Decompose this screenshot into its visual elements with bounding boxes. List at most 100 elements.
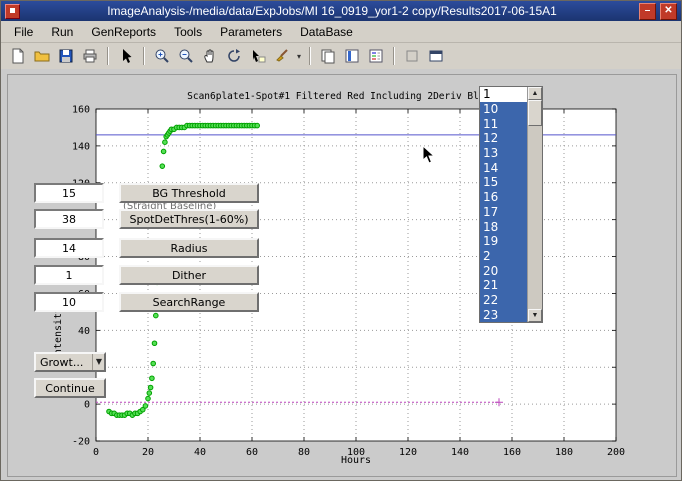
dither-button[interactable]: Dither <box>119 265 259 285</box>
growth-popup[interactable]: Growt... ▼ <box>34 352 106 372</box>
toolbar-separator <box>143 47 145 65</box>
close-button[interactable]: ✕ <box>660 3 677 20</box>
zoom-out-button[interactable] <box>175 45 197 67</box>
rotate-3d-button[interactable] <box>223 45 245 67</box>
menu-tools[interactable]: Tools <box>165 22 211 42</box>
y-tick-label: 140 <box>72 141 90 152</box>
scroll-up-icon[interactable]: ▲ <box>528 87 542 100</box>
menu-file[interactable]: File <box>5 22 42 42</box>
menu-database[interactable]: DataBase <box>291 22 362 42</box>
new-document-icon <box>10 48 26 64</box>
dropdown-item-19[interactable]: 19 <box>480 234 527 249</box>
dropdown-item-17[interactable]: 17 <box>480 205 527 220</box>
dropdown-item-11[interactable]: 11 <box>480 116 527 131</box>
rotate-3d-icon <box>226 48 242 64</box>
radius-button[interactable]: Radius <box>119 238 259 258</box>
dock-figure-button[interactable] <box>425 45 447 67</box>
dropdown-item-13[interactable]: 13 <box>480 146 527 161</box>
growth-curve-point <box>147 391 152 396</box>
window-menu-icon[interactable] <box>5 4 20 19</box>
x-axis-label: Hours <box>341 455 371 466</box>
printer-icon <box>82 48 98 64</box>
window-title: ImageAnalysis-/media/data/ExpJobs/MI 16_… <box>25 4 639 18</box>
dock-window-icon <box>428 48 444 64</box>
colorbar-button[interactable] <box>341 45 363 67</box>
x-tick-label: 160 <box>503 447 521 458</box>
colorbar-icon <box>344 48 360 64</box>
growth-curve-point <box>163 140 168 145</box>
listbox-scrollbar[interactable]: ▲ ▼ <box>527 87 542 322</box>
dropdown-item-16[interactable]: 16 <box>480 190 527 205</box>
x-tick-label: 0 <box>93 447 99 458</box>
print-figure-button[interactable] <box>79 45 101 67</box>
dropdown-item-21[interactable]: 21 <box>480 278 527 293</box>
dropdown-item-15[interactable]: 15 <box>480 175 527 190</box>
growth-curve-point <box>152 341 157 346</box>
pan-tool-button[interactable] <box>199 45 221 67</box>
x-tick-label: 80 <box>298 447 310 458</box>
scrollbar-thumb[interactable] <box>528 100 542 126</box>
dropdown-item-18[interactable]: 18 <box>480 219 527 234</box>
growth-curve-point <box>160 164 165 169</box>
copy-figure-button[interactable] <box>317 45 339 67</box>
searchrange-input[interactable] <box>34 292 104 312</box>
dropdown-item-10[interactable]: 10 <box>480 102 527 117</box>
pointer-tool-button[interactable] <box>115 45 137 67</box>
legend-button[interactable] <box>365 45 387 67</box>
brush-icon <box>274 48 290 64</box>
x-tick-label: 60 <box>246 447 258 458</box>
continue-button[interactable]: Continue <box>34 378 106 398</box>
radius-input[interactable] <box>34 238 104 258</box>
dropdown-item-12[interactable]: 12 <box>480 131 527 146</box>
spotdetthres-button[interactable]: SpotDetThres(1-60%) <box>119 209 259 229</box>
toolbar-separator <box>309 47 311 65</box>
dropdown-item-2[interactable]: 2 <box>480 249 527 264</box>
y-tick-label: 0 <box>84 400 90 411</box>
brush-tool-button[interactable] <box>271 45 293 67</box>
dropdown-item-22[interactable]: 22 <box>480 293 527 308</box>
plot-browser-icon <box>404 48 420 64</box>
x-tick-label: 120 <box>399 447 417 458</box>
spotdetthres-input[interactable] <box>34 209 104 229</box>
dropdown-item-14[interactable]: 14 <box>480 160 527 175</box>
copy-figure-icon <box>320 48 336 64</box>
brush-menu-caret[interactable]: ▾ <box>294 45 304 67</box>
scroll-down-icon[interactable]: ▼ <box>528 309 542 322</box>
growth-curve-point <box>150 376 155 381</box>
app-window: ImageAnalysis-/media/data/ExpJobs/MI 16_… <box>0 0 682 481</box>
bg-threshold-input[interactable] <box>34 183 104 203</box>
plot-browser-button[interactable] <box>401 45 423 67</box>
toolbar: ▾ <box>1 43 681 70</box>
plot-title: Scan6plate1-Spot#1 Filtered Red Includin… <box>187 91 479 102</box>
dropdown-item-20[interactable]: 20 <box>480 263 527 278</box>
menubar: File Run GenReports Tools Parameters Dat… <box>1 21 681 43</box>
spot-number-listbox[interactable]: 110111213141516171819220212223 ▲ ▼ <box>479 86 543 323</box>
pointer-arrow-icon <box>118 48 134 64</box>
save-floppy-icon <box>58 48 74 64</box>
x-tick-label: 40 <box>194 447 206 458</box>
dither-input[interactable] <box>34 265 104 285</box>
minimize-button[interactable]: – <box>639 3 656 20</box>
x-tick-label: 20 <box>142 447 154 458</box>
titlebar[interactable]: ImageAnalysis-/media/data/ExpJobs/MI 16_… <box>1 1 681 21</box>
menu-genreports[interactable]: GenReports <box>82 22 165 42</box>
growth-curve-point <box>255 123 260 128</box>
open-file-button[interactable] <box>31 45 53 67</box>
searchrange-button[interactable]: SearchRange <box>119 292 259 312</box>
zoom-out-icon <box>178 48 194 64</box>
scrollbar-track[interactable] <box>528 100 542 309</box>
menu-run[interactable]: Run <box>42 22 82 42</box>
bg-threshold-button[interactable]: BG Threshold <box>119 183 259 203</box>
growth-popup-label: Growt... <box>40 356 83 369</box>
dropdown-items: 110111213141516171819220212223 <box>480 87 527 322</box>
growth-curve-point <box>154 313 159 318</box>
menu-parameters[interactable]: Parameters <box>211 22 291 42</box>
new-figure-button[interactable] <box>7 45 29 67</box>
data-cursor-button[interactable] <box>247 45 269 67</box>
pan-hand-icon <box>202 48 218 64</box>
zoom-in-button[interactable] <box>151 45 173 67</box>
save-figure-button[interactable] <box>55 45 77 67</box>
y-tick-label: -20 <box>72 437 90 448</box>
dropdown-item-1[interactable]: 1 <box>480 87 527 102</box>
dropdown-item-23[interactable]: 23 <box>480 307 527 322</box>
